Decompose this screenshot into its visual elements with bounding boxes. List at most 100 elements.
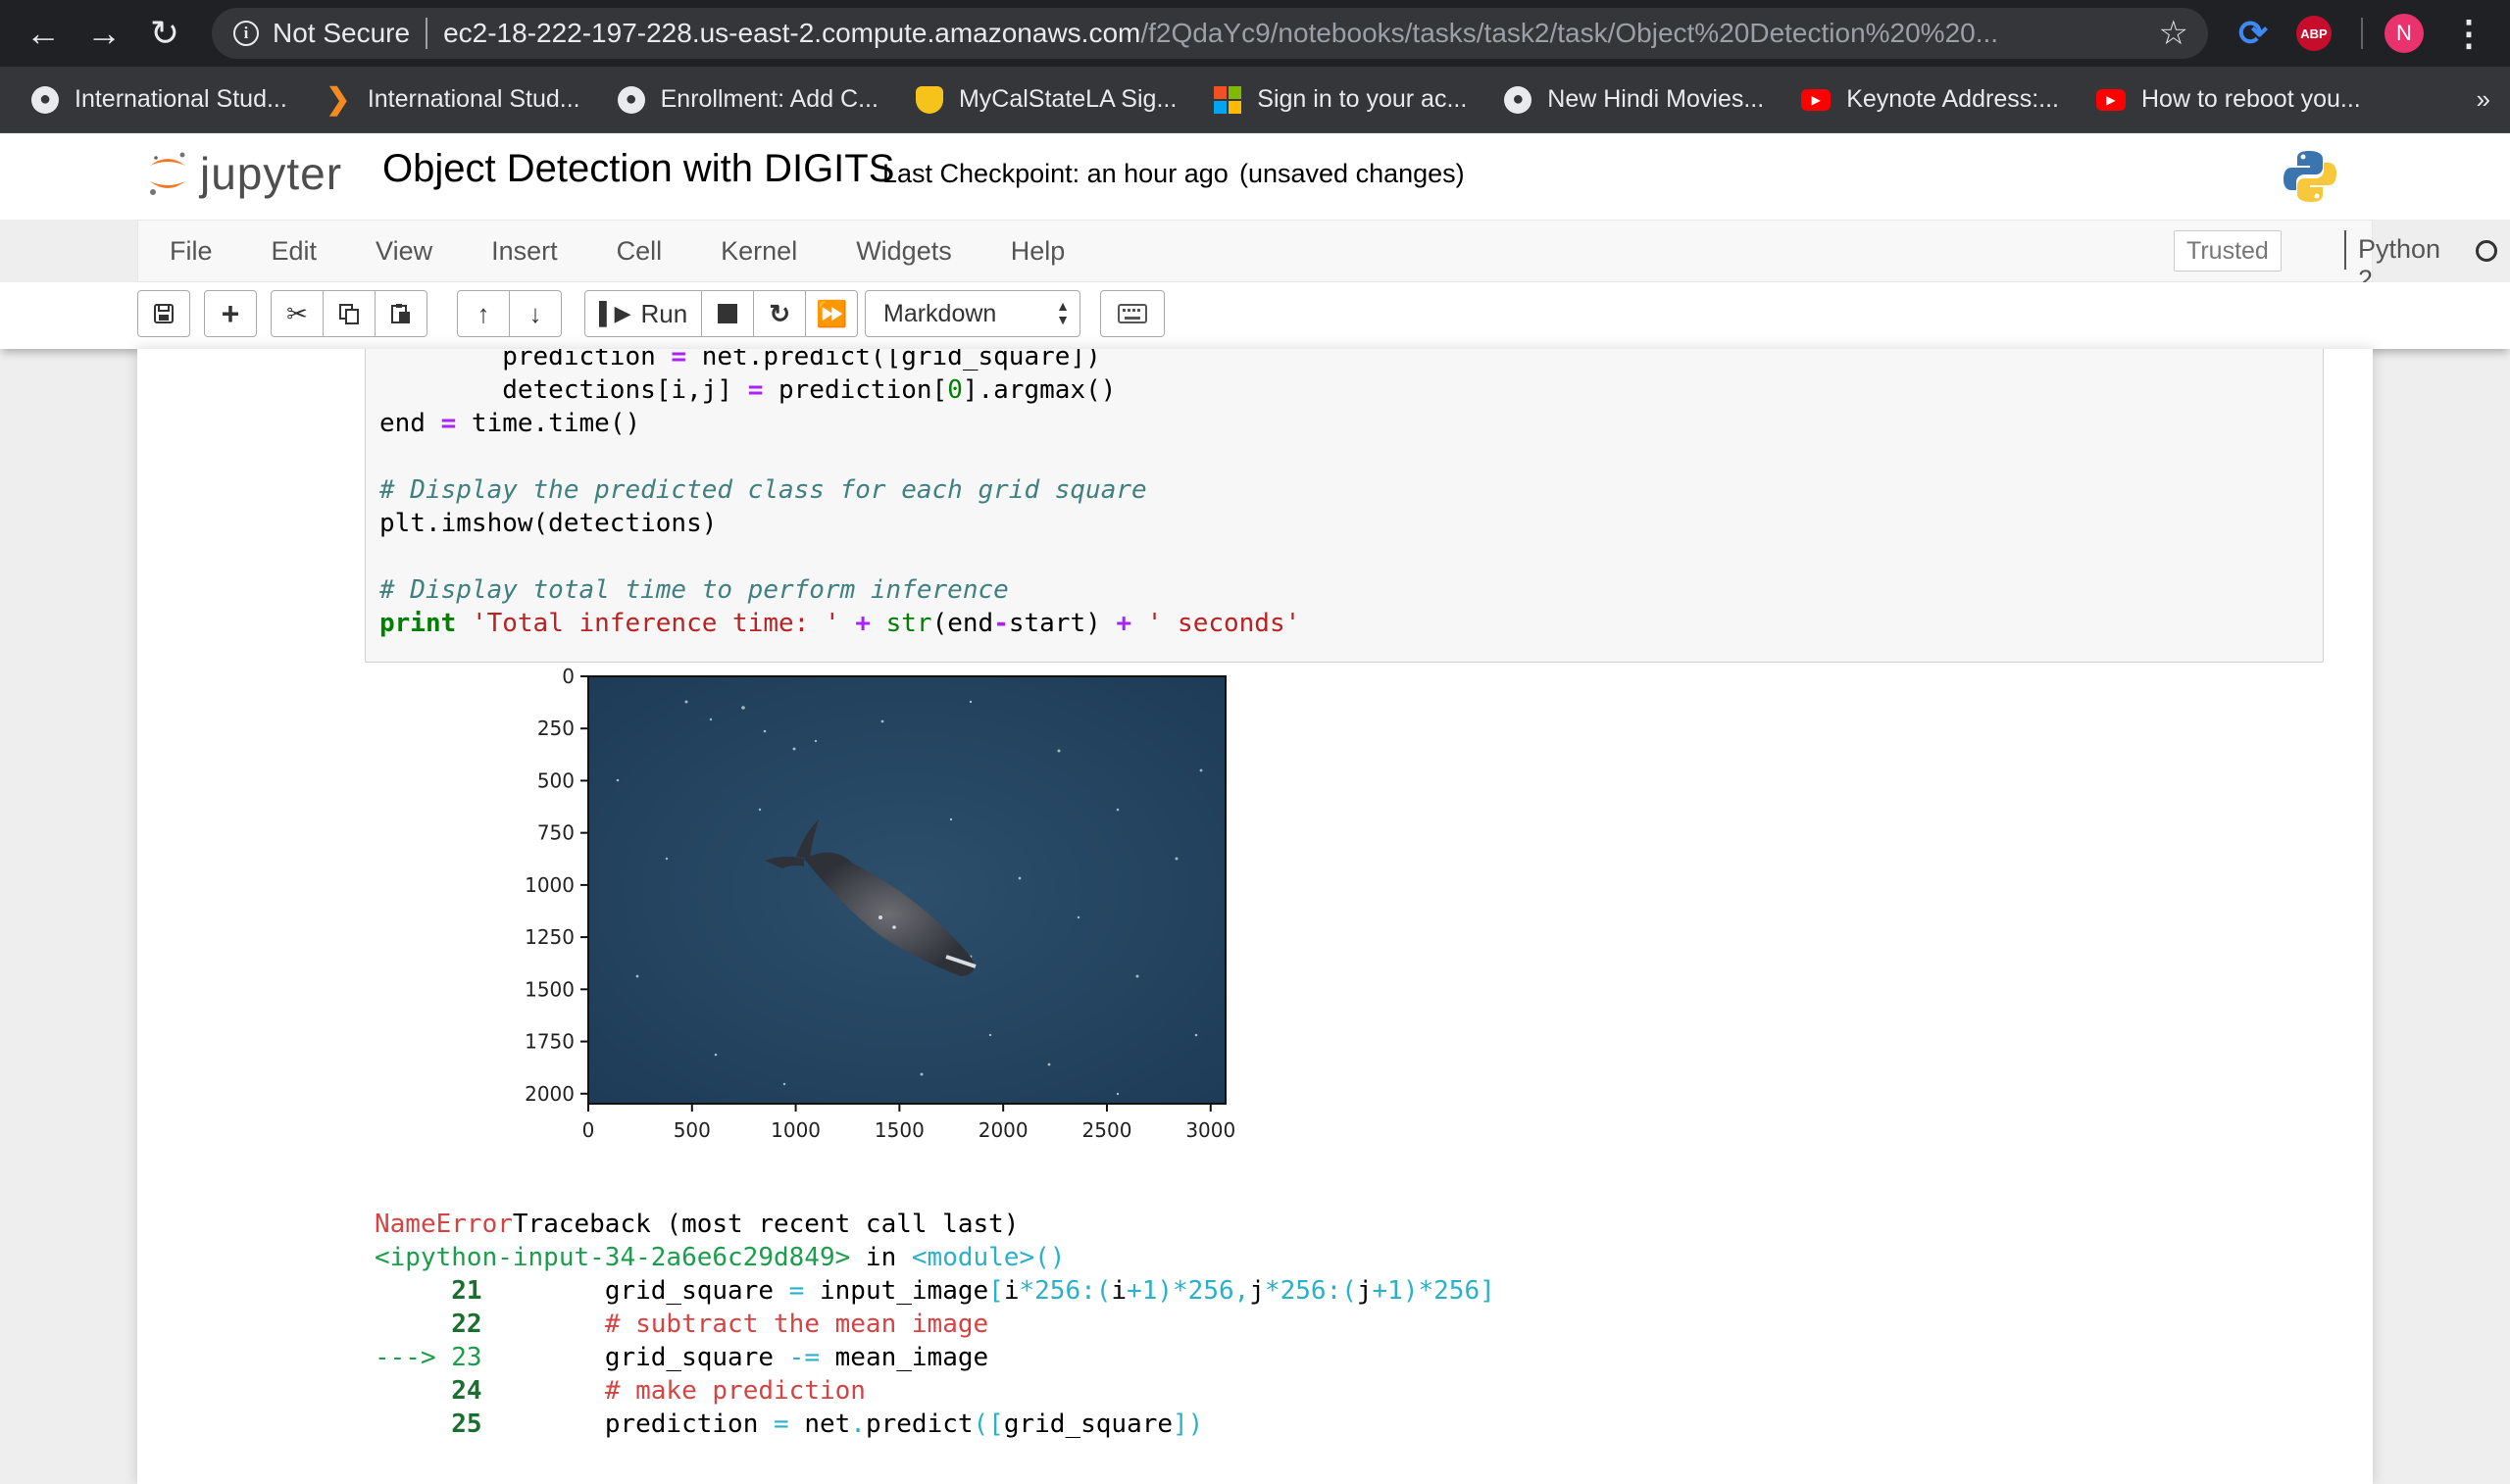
browser-menu-icon[interactable]: ⋮ [2451,10,2486,57]
code-line: plt.imshow(detections) [379,509,718,538]
bookmark-item[interactable]: MyCalStateLA Sig... [915,85,1177,114]
y-tick-label: 1250 [525,925,575,949]
menu-kernel[interactable]: Kernel [721,236,797,267]
scissors-icon: ✂ [286,298,308,328]
omnibox-divider [426,18,428,49]
reload-icon[interactable]: ↻ [141,10,188,57]
url-text[interactable]: ec2-18-222-197-228.us-east-2.compute.ama… [443,18,2130,49]
url-path: /f2QdaYc9/notebooks/tasks/task2/task/Obj… [1140,18,1999,48]
forward-arrow-icon[interactable]: → [80,10,127,57]
bookmark-item[interactable]: ● New Hindi Movies... [1504,85,1764,114]
restart-run-all-button[interactable]: ⏩ [805,290,859,337]
code-line: print 'Total inference time: ' + str(end… [379,609,1301,638]
traceback-line: ---> 23 grid_square -= mean_image [375,1343,989,1372]
y-tick-label: 250 [537,717,575,740]
step-forward-icon: ▌▶ [599,301,631,325]
menu-help[interactable]: Help [1011,236,1066,267]
cell-type-value: Markdown [883,299,997,327]
run-label: Run [640,298,688,328]
command-palette-button[interactable] [1100,290,1165,337]
jupyter-logo-icon [150,152,185,195]
menu-cell[interactable]: Cell [617,236,663,267]
module-reference: <module>() [911,1243,1066,1272]
traceback-title: Traceback (most recent call last) [512,1210,1020,1239]
toolbar-divider [2361,18,2363,49]
fast-forward-icon: ⏩ [816,298,848,328]
unsaved-indicator: (unsaved changes) [1239,159,1465,188]
cut-button[interactable]: ✂ [271,290,324,337]
move-group: ↑ ↓ [457,290,562,337]
bookmark-item[interactable]: ▶ Keynote Address:... [1801,85,2059,114]
in-word: in [850,1243,912,1272]
menu-insert[interactable]: Insert [491,236,558,267]
cell-type-select[interactable]: Markdown ▲ ▼ [865,290,1080,337]
address-bar[interactable]: i Not Secure ec2-18-222-197-228.us-east-… [212,8,2208,59]
notebook-title[interactable]: Object Detection with DIGITS [382,147,894,191]
x-tick-label: 2000 [979,1118,1029,1142]
python-logo-icon [2284,151,2336,202]
paste-button[interactable] [375,290,427,337]
globe-icon: ● [617,85,645,114]
trusted-badge[interactable]: Trusted [2174,230,2282,272]
code-input[interactable]: prediction = net.predict([grid_square]) … [379,349,1300,640]
info-icon[interactable]: i [233,21,259,46]
menu-view[interactable]: View [376,236,432,267]
bookmark-item[interactable]: ● International Stud... [31,85,287,114]
shield-icon [915,85,943,114]
insert-cell-button[interactable]: + [204,290,257,337]
plus-icon: + [221,295,240,331]
y-ticks: 0 250 500 750 1000 1250 1500 1750 2000 [525,665,588,1106]
line-number: 22 [451,1310,482,1339]
line-marker [375,1310,451,1339]
menu-widgets[interactable]: Widgets [856,236,952,267]
x-tick-label: 500 [674,1118,711,1142]
back-arrow-icon[interactable]: ← [20,10,67,57]
keyboard-icon [1118,304,1147,323]
bookmarks-bar: ● International Stud... ❯ International … [0,67,2510,133]
jupyter-header: jupyter Object Detection with DIGITS Las… [0,133,2510,220]
traceback-location: <ipython-input-34-2a6e6c29d849> in <modu… [375,1241,1495,1274]
move-up-button[interactable]: ↑ [457,290,510,337]
image-area [587,675,1227,1105]
line-number: 21 [451,1276,482,1306]
adblock-extension-icon[interactable]: ABP [2296,16,2332,51]
y-tick-label: 1750 [525,1030,575,1054]
bookmark-label: New Hindi Movies... [1547,85,1765,113]
y-tick-label: 500 [537,768,575,792]
more-bookmarks-icon[interactable]: » [2477,84,2490,115]
sync-extension-icon[interactable]: ⟳ [2234,14,2273,53]
code-line: end = time.time() [379,409,641,438]
bookmark-item[interactable]: ● Enrollment: Add C... [617,85,878,114]
jupyter-logo[interactable]: jupyter [147,147,342,200]
kernel-idle-icon [2476,240,2497,262]
arrow-up-icon: ↑ [477,298,490,328]
bookmark-item[interactable]: ▶ How to reboot you... [2096,85,2361,114]
bookmark-item[interactable]: Sign in to your ac... [1214,85,1467,114]
menu-file[interactable]: File [170,236,213,267]
insert-group: + [204,290,257,337]
youtube-icon: ▶ [2096,88,2126,111]
bookmark-item[interactable]: ❯ International Stud... [325,83,579,116]
save-button[interactable] [137,290,190,337]
bookmark-star-icon[interactable]: ☆ [2159,14,2188,53]
error-traceback: NameErrorTraceback (most recent call las… [375,1208,1495,1441]
move-down-button[interactable]: ↓ [509,290,562,337]
profile-avatar[interactable]: N [2384,14,2424,53]
line-code: # make prediction [481,1376,866,1406]
copy-button[interactable] [323,290,376,337]
restart-button[interactable]: ↻ [753,290,807,337]
microsoft-icon [1214,85,1242,114]
menu-edit[interactable]: Edit [272,236,318,267]
code-line: # Display the predicted class for each g… [379,475,1147,505]
run-button[interactable]: ▌▶ Run [584,290,703,337]
url-host: ec2-18-222-197-228.us-east-2.compute.ama… [443,18,1141,48]
line-number: 23 [451,1343,482,1372]
interrupt-button[interactable] [701,290,755,337]
code-cell[interactable]: prediction = net.predict([grid_square]) … [365,349,2324,663]
security-label: Not Secure [273,18,411,48]
line-number: 24 [451,1376,482,1406]
traceback-line: 25 prediction = net.predict([grid_square… [375,1408,1495,1441]
y-tick-label: 1000 [525,873,575,897]
